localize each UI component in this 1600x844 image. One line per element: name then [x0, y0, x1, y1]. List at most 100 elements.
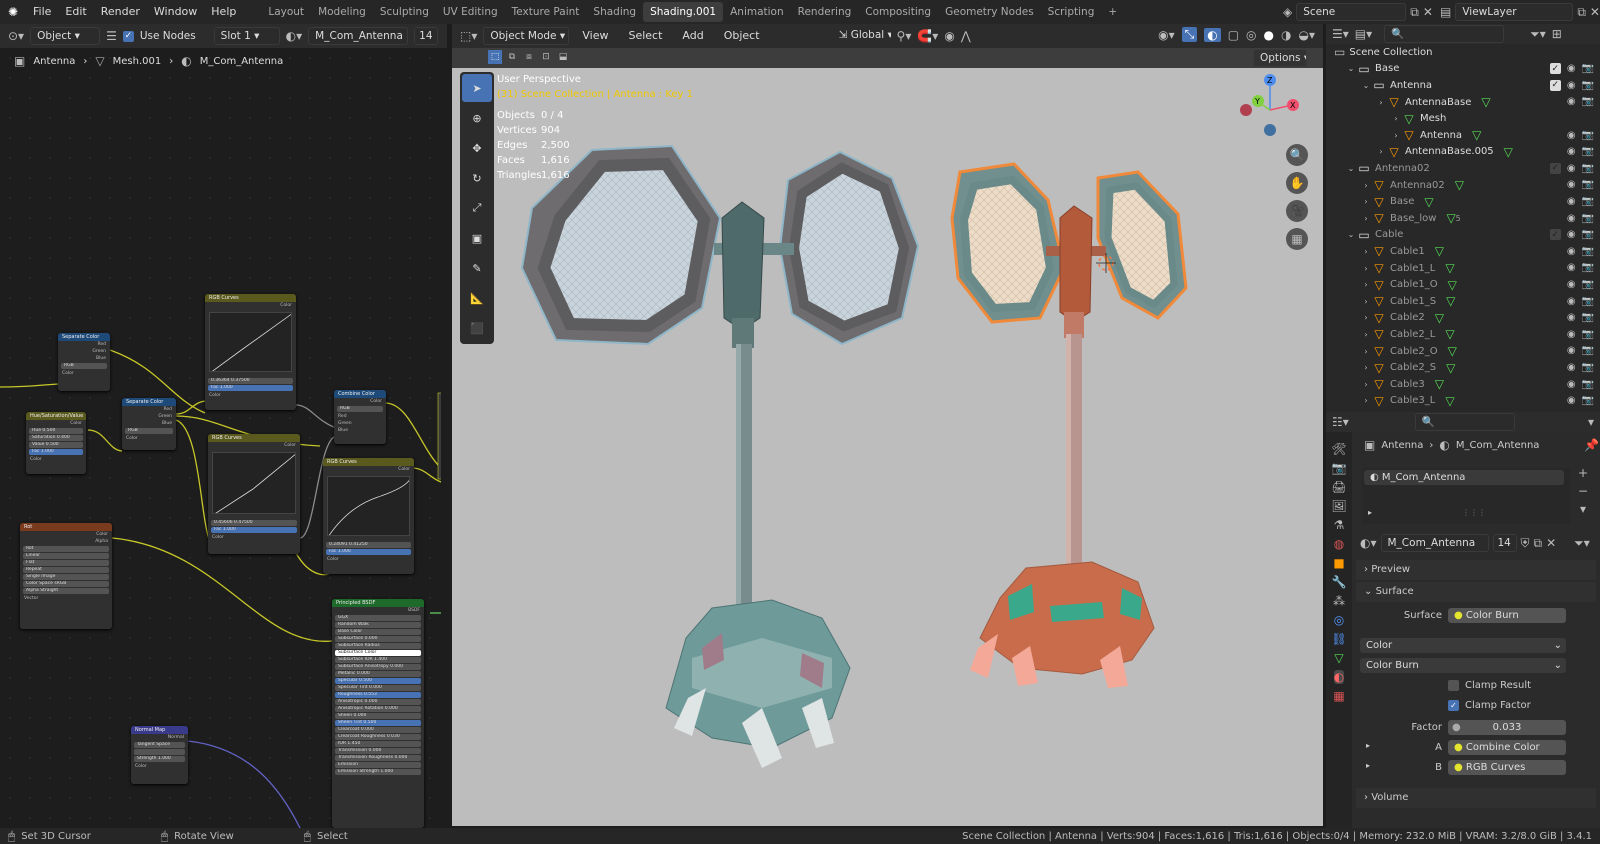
curve-point-values[interactable]: 0.24091 0.41250: [326, 542, 411, 548]
visibility-eye-icon[interactable]: ◉: [1567, 379, 1576, 390]
tab-compositing[interactable]: Compositing: [858, 2, 938, 22]
view-layer-field[interactable]: ViewLayer: [1455, 3, 1574, 21]
expand-icon[interactable]: ›: [1390, 131, 1402, 140]
outliner-row[interactable]: › ▽ Base_low ▽ 5 ◉ 📷: [1326, 210, 1600, 227]
outliner-row[interactable]: › ▽ Antenna02 ▽ ◉ 📷: [1326, 177, 1600, 194]
slot-specials-icon[interactable]: ▾: [1578, 502, 1588, 516]
outliner-row[interactable]: › ▽ Cable2_S ▽ ◉ 📷: [1326, 359, 1600, 376]
alpha-mode-dropdown[interactable]: Alpha Straight: [23, 588, 109, 594]
expand-icon[interactable]: ›: [1360, 197, 1372, 206]
render-camera-icon[interactable]: 📷: [1582, 80, 1594, 91]
navigation-gizmo[interactable]: Z X Y: [1232, 70, 1312, 150]
outliner-row[interactable]: › ▽ Cable1 ▽ ◉ 📷: [1326, 243, 1600, 260]
socket-green[interactable]: Green: [58, 348, 110, 355]
falloff-icon[interactable]: ⋀: [961, 29, 971, 43]
select-extend-icon[interactable]: ⧉: [505, 50, 519, 64]
socket-color-in[interactable]: Color: [131, 763, 188, 770]
material-users-count[interactable]: 14: [414, 27, 439, 45]
render-camera-icon[interactable]: 📷: [1582, 229, 1594, 240]
outliner-row[interactable]: › ▽ Cable3 ▽ ◉ 📷: [1326, 376, 1600, 393]
node-rgb-curves-3[interactable]: RGB Curves Color 0.24091 0.41250 Fac 1.0…: [323, 458, 414, 574]
new-view-layer-icon[interactable]: ⧉: [1577, 5, 1586, 20]
annotate-tool-icon[interactable]: ✎: [462, 254, 492, 282]
material-name-field[interactable]: M_Com_Antenna: [308, 27, 409, 45]
socket-color-out[interactable]: Color: [208, 442, 300, 449]
outliner-scene-collection[interactable]: ▭ Scene Collection: [1326, 44, 1600, 61]
bsdf-input-row[interactable]: Subsurface 0.000: [335, 636, 421, 642]
exclude-checkbox[interactable]: ✓: [1549, 162, 1561, 174]
bsdf-input-row[interactable]: Transmission 0.000: [335, 748, 421, 754]
select-invert-icon[interactable]: ⬓: [556, 50, 570, 64]
outliner[interactable]: ▭ Scene Collection ⌄ ▭ Base ✓ ◉ 📷 ⌄ ▭ Antenna ✓ ◉ 📷…: [1326, 44, 1600, 412]
clamp-result-row[interactable]: Clamp Result: [1448, 680, 1531, 691]
render-camera-icon[interactable]: 📷: [1582, 163, 1594, 174]
editor-type-icon[interactable]: ☷▾: [1332, 415, 1349, 429]
visibility-eye-icon[interactable]: ◉: [1567, 246, 1576, 257]
tab-modeling[interactable]: Modeling: [311, 2, 373, 22]
overlay-toggle-icon[interactable]: ◐: [1204, 27, 1221, 42]
render-camera-icon[interactable]: 📷: [1582, 329, 1594, 340]
socket-color-out[interactable]: Color: [205, 302, 296, 309]
texture-tab-icon[interactable]: ▦: [1333, 689, 1344, 703]
duplicate-material-icon[interactable]: ⧉: [1534, 536, 1543, 551]
camera-icon[interactable]: 🎥: [1286, 200, 1308, 222]
node-separate-color-2[interactable]: Separate Color Red Green Blue RGB Color: [122, 398, 176, 450]
uv-map-field[interactable]: [134, 749, 185, 755]
material-browse-icon[interactable]: ◐▾: [286, 29, 303, 43]
outliner-row[interactable]: › ▽ Cable3_L ▽ ◉ 📷: [1326, 393, 1600, 410]
properties-editor[interactable]: ▣ Antenna › ◐ M_Com_Antenna 📌 ◐ M_Com_An…: [1326, 432, 1600, 828]
menu-edit[interactable]: Edit: [58, 0, 93, 24]
exclude-checkbox[interactable]: ✓: [1549, 229, 1561, 241]
visibility-eye-icon[interactable]: ◉: [1567, 196, 1576, 207]
pan-hand-icon[interactable]: ✋: [1286, 172, 1308, 194]
material-browse-icon[interactable]: ◐▾: [1360, 536, 1377, 550]
tool-tab-icon[interactable]: 🛠: [1331, 442, 1346, 456]
socket-blue[interactable]: Blue: [58, 355, 110, 362]
bsdf-input-row[interactable]: Anisotropic Rotation 0.000: [335, 706, 421, 712]
collapse-icon[interactable]: ⌄: [1345, 230, 1357, 239]
clamp-result-checkbox[interactable]: [1448, 680, 1459, 691]
outliner-row[interactable]: ⌄ ▭ Cable ✓ ◉ 📷: [1326, 227, 1600, 244]
fac-field[interactable]: Fac 1.000: [29, 449, 83, 455]
visibility-eye-icon[interactable]: ◉: [1567, 80, 1576, 91]
visibility-eye-icon[interactable]: ◉: [1567, 229, 1576, 240]
volume-panel-header[interactable]: › Volume: [1356, 788, 1596, 808]
display-mode-icon[interactable]: ▤▾: [1355, 27, 1372, 41]
tab-uv-editing[interactable]: UV Editing: [436, 2, 505, 22]
tab-texture-paint[interactable]: Texture Paint: [505, 2, 587, 22]
socket-green[interactable]: Green: [122, 413, 176, 420]
render-camera-icon[interactable]: 📷: [1582, 395, 1594, 406]
outliner-row[interactable]: › ▽ Cable1_L ▽ ◉ 📷: [1326, 260, 1600, 277]
outliner-search-input[interactable]: 🔍: [1384, 25, 1505, 43]
menu-object[interactable]: Object: [717, 24, 767, 48]
bsdf-input-row[interactable]: IOR 1.450: [335, 741, 421, 747]
render-camera-icon[interactable]: 📷: [1582, 130, 1594, 141]
visibility-eye-icon[interactable]: ◉: [1567, 395, 1576, 406]
render-camera-icon[interactable]: 📷: [1582, 246, 1594, 257]
bsdf-input-row[interactable]: Random Walk: [335, 622, 421, 628]
expand-icon[interactable]: ›: [1390, 114, 1402, 123]
node-editor[interactable]: ▣ Antenna › ▽ Mesh.001 › ◐ M_Com_Antenna…: [0, 48, 441, 828]
transform-tool-icon[interactable]: ▣: [462, 224, 492, 252]
bsdf-input-row[interactable]: Roughness 0.553: [335, 692, 421, 698]
render-camera-icon[interactable]: 📷: [1582, 96, 1594, 107]
new-scene-icon[interactable]: ⧉: [1410, 5, 1419, 20]
node-normal-map[interactable]: Normal Map Normal Tangent Space Strength…: [131, 726, 188, 784]
menu-render[interactable]: Render: [94, 0, 147, 24]
a-input-field[interactable]: ● Combine Color: [1448, 740, 1566, 755]
xray-icon[interactable]: ▢: [1228, 28, 1239, 42]
pivot-icon[interactable]: ⚲▾: [897, 29, 912, 43]
editor-type-icon[interactable]: ⬚▾: [460, 29, 477, 43]
scene-field[interactable]: Scene: [1296, 3, 1407, 21]
outliner-row[interactable]: › ▽ Cable2_L ▽ ◉ 📷: [1326, 326, 1600, 343]
editor-type-icon[interactable]: ⊙▾: [8, 29, 24, 43]
outliner-row[interactable]: › ▽ Antenna ▽ ◉ 📷: [1326, 127, 1600, 144]
unlink-material-icon[interactable]: ✕: [1546, 536, 1556, 550]
source-dropdown[interactable]: Single Image: [23, 574, 109, 580]
render-camera-icon[interactable]: 📷: [1582, 146, 1594, 157]
scale-tool-icon[interactable]: ⤢: [462, 194, 492, 222]
menu-select[interactable]: Select: [621, 24, 669, 48]
bsdf-input-row[interactable]: Clearcoat Roughness 0.030: [335, 734, 421, 740]
cursor-tool-icon[interactable]: ⊕: [462, 104, 492, 132]
socket-color-out[interactable]: Color: [26, 420, 86, 427]
